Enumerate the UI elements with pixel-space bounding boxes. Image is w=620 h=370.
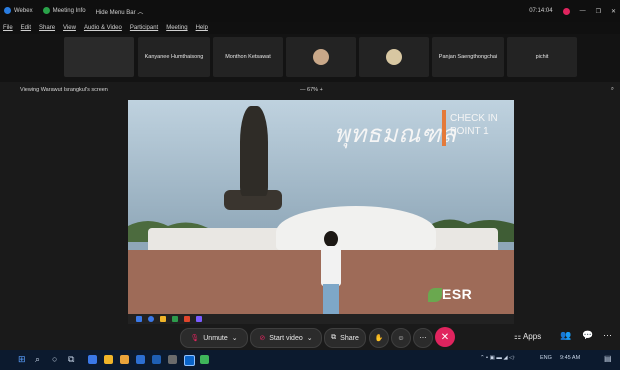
hide-menu-bar[interactable]: Hide Menu Bar ︿: [96, 7, 144, 16]
participant-tile[interactable]: Kanyanee Humthaisong: [138, 37, 210, 77]
menu-help[interactable]: Help: [196, 25, 208, 31]
thai-title: พุทธมณฑล: [334, 120, 457, 148]
share-button[interactable]: ⧉ Share: [324, 328, 366, 348]
notifications-icon[interactable]: ▤: [604, 354, 612, 363]
viewing-bar: Viewing Warawut Israngkul's screen — 67%…: [0, 86, 620, 96]
video-off-icon: ⊘: [259, 335, 266, 342]
participant-tile[interactable]: Panjan Saengthongchai: [432, 37, 504, 77]
info-icon: [42, 7, 50, 15]
esr-logo: ESR: [442, 286, 473, 302]
minimize-button[interactable]: —: [580, 8, 586, 14]
menu-view[interactable]: View: [63, 25, 76, 31]
viewing-label: Viewing Warawut Israngkul's screen: [20, 87, 108, 93]
webex-taskbar-icon[interactable]: [184, 355, 195, 366]
more-panel-icon[interactable]: ⋯: [603, 330, 612, 341]
app-icon[interactable]: [200, 355, 209, 364]
taskbar-app-icon: [196, 316, 202, 322]
clock[interactable]: 9:45 AM: [560, 355, 580, 361]
buddha-statue: [240, 106, 268, 196]
unmute-button[interactable]: 🎙 Unmute ⌄: [180, 328, 248, 348]
more-icon: ⋯: [419, 335, 427, 342]
windows-start-icon[interactable]: ⊞: [18, 354, 26, 365]
person-body: [321, 246, 341, 286]
cortana-icon[interactable]: ○: [52, 354, 57, 364]
meeting-controls: 🎙 Unmute ⌄ ⊘ Start video ⌄ ⧉ Share ✋ ☺ ⋯…: [0, 326, 620, 348]
smile-icon: ☺: [397, 334, 405, 342]
participant-tile[interactable]: pichit: [507, 37, 577, 77]
language-indicator[interactable]: ENG: [540, 355, 552, 361]
esr-logo-icon: [428, 288, 442, 302]
app-icon[interactable]: [152, 355, 161, 364]
chevron-up-icon: ︿: [137, 9, 144, 16]
menu-share[interactable]: Share: [39, 25, 55, 31]
taskbar-app-icon: [172, 316, 178, 322]
title-bar: Webex Meeting Info Hide Menu Bar ︿ 07:14…: [0, 0, 620, 22]
person-legs: [323, 284, 339, 314]
webex-logo-icon: [4, 7, 11, 15]
avatar: [313, 49, 329, 65]
shared-screen: พุทธมณฑล CHECK IN POINT 1 ESR: [128, 100, 514, 324]
more-button[interactable]: ⋯: [413, 328, 433, 348]
person-head: [324, 231, 338, 247]
close-icon: ✕: [440, 331, 450, 343]
edge-icon[interactable]: [88, 355, 97, 364]
app-icon[interactable]: [168, 355, 177, 364]
participant-tile[interactable]: Monthon Ketsawat: [213, 37, 283, 77]
word-icon[interactable]: [136, 355, 145, 364]
chevron-down-icon: ⌄: [231, 335, 238, 342]
file-explorer-icon[interactable]: [120, 355, 129, 364]
chevron-down-icon: ⌄: [306, 335, 313, 342]
meeting-clock: 07:14:04: [529, 8, 553, 14]
menu-participant[interactable]: Participant: [130, 25, 158, 31]
meeting-info[interactable]: Meeting Info: [42, 7, 86, 15]
menu-file[interactable]: File: [3, 25, 13, 31]
chat-icon[interactable]: 💬: [582, 330, 593, 341]
check-in-label: CHECK IN POINT 1: [450, 113, 498, 137]
microphone-muted-icon: 🎙: [190, 335, 200, 342]
share-icon: ⧉: [331, 334, 337, 341]
taskbar-app-icon: [148, 316, 154, 322]
zoom-control[interactable]: — 67% +: [300, 87, 323, 93]
reactions-button[interactable]: ☺: [391, 328, 411, 348]
menu-meeting[interactable]: Meeting: [166, 25, 187, 31]
participant-tile[interactable]: [64, 37, 134, 77]
hand-icon: ✋: [374, 335, 384, 342]
stupa: [276, 206, 436, 250]
restore-button[interactable]: ❐: [596, 8, 601, 15]
taskbar-app-icon: [184, 316, 190, 322]
participants-icon[interactable]: 👥: [560, 330, 571, 341]
windows-icon: [136, 316, 142, 322]
shared-taskbar: [128, 314, 514, 324]
menu-audio-video[interactable]: Audio & Video: [84, 25, 122, 31]
leave-button[interactable]: ✕: [435, 327, 455, 347]
search-icon[interactable]: ⌕: [611, 86, 614, 93]
windows-taskbar: ⊞ ⌕ ○ ⧉ ⌃ ▪ ▣ ▬ ◢ ◁ᐧ ENG 9:45 AM ▤: [0, 350, 620, 370]
task-view-icon[interactable]: ⧉: [68, 354, 74, 365]
recording-icon: [562, 7, 570, 15]
tray-icons[interactable]: ⌃ ▪ ▣ ▬ ◢ ◁ᐧ: [480, 355, 515, 361]
menu-bar: File Edit Share View Audio & Video Parti…: [0, 22, 620, 34]
webex-app[interactable]: Webex: [4, 7, 33, 15]
apps-icon: ⚏: [514, 332, 522, 341]
start-video-button[interactable]: ⊘ Start video ⌄: [250, 328, 322, 348]
search-icon[interactable]: ⌕: [35, 354, 40, 365]
chrome-icon[interactable]: [104, 355, 113, 364]
participant-strip: Kanyanee Humthaisong Monthon Ketsawat Pa…: [0, 34, 620, 82]
avatar: [386, 49, 402, 65]
participant-tile[interactable]: [359, 37, 429, 77]
accent-bar: [442, 110, 446, 146]
participant-tile[interactable]: [286, 37, 356, 77]
apps-button[interactable]: ⚏ Apps: [514, 332, 541, 341]
taskbar-app-icon: [160, 316, 166, 322]
menu-edit[interactable]: Edit: [21, 25, 31, 31]
close-button[interactable]: ✕: [611, 8, 616, 15]
raise-hand-button[interactable]: ✋: [369, 328, 389, 348]
